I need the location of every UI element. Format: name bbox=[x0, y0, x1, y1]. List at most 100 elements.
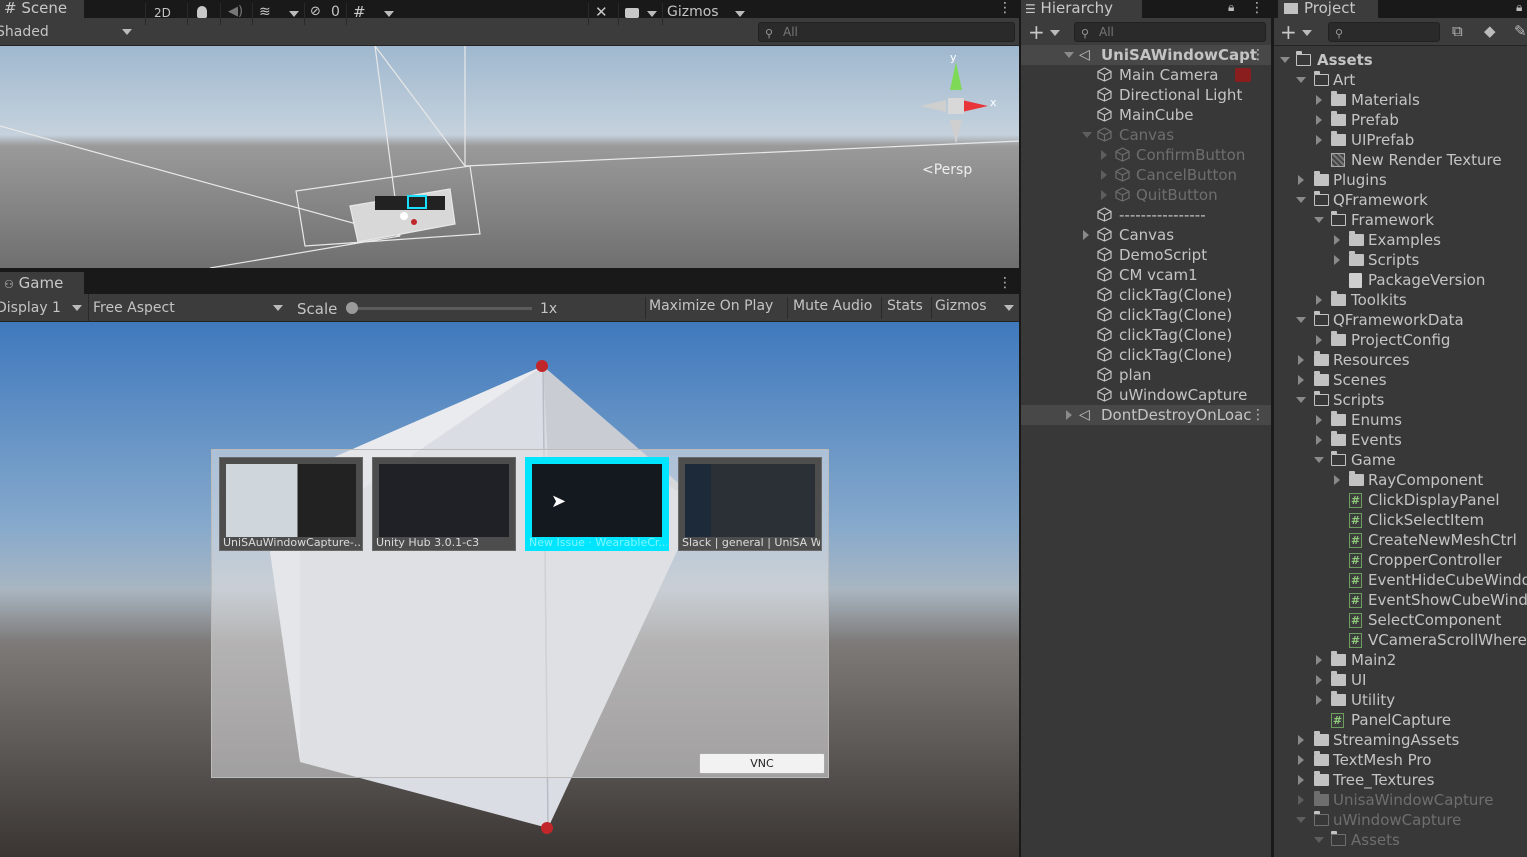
hierarchy-add-button[interactable]: + bbox=[1028, 20, 1064, 44]
window-thumbnail[interactable]: UniSAuWindowCapture-... bbox=[219, 457, 363, 551]
expand-arrow-icon[interactable] bbox=[1316, 655, 1322, 665]
aspect-dropdown[interactable]: Free Aspect bbox=[88, 294, 288, 322]
expand-arrow-icon[interactable] bbox=[1316, 295, 1322, 305]
hierarchy-item[interactable]: CM vcam1 bbox=[1021, 265, 1271, 285]
project-item[interactable]: Assets bbox=[1274, 830, 1527, 850]
window-thumbnail[interactable]: Slack | general | UniSA Wi... bbox=[678, 457, 822, 551]
project-item[interactable]: QFramework bbox=[1274, 190, 1527, 210]
project-item[interactable]: Enums bbox=[1274, 410, 1527, 430]
expand-arrow-icon[interactable] bbox=[1296, 817, 1306, 823]
project-item[interactable]: Examples bbox=[1274, 230, 1527, 250]
scene-viewport[interactable]: y x <Persp bbox=[0, 46, 1019, 268]
project-item[interactable]: StreamingAssets bbox=[1274, 730, 1527, 750]
project-item[interactable]: PackageVersion bbox=[1274, 270, 1527, 290]
grid-snap-dropdown[interactable]: # bbox=[346, 3, 398, 25]
hierarchy-item[interactable]: Directional Light bbox=[1021, 85, 1271, 105]
project-item[interactable]: Tree_Textures bbox=[1274, 770, 1527, 790]
project-item[interactable]: Main2 bbox=[1274, 650, 1527, 670]
hierarchy-item[interactable]: clickTag(Clone) bbox=[1021, 325, 1271, 345]
expand-arrow-icon[interactable] bbox=[1334, 235, 1340, 245]
expand-arrow-icon[interactable] bbox=[1316, 415, 1322, 425]
expand-arrow-icon[interactable] bbox=[1101, 170, 1107, 180]
project-item[interactable]: Game bbox=[1274, 450, 1527, 470]
project-item[interactable]: Events bbox=[1274, 430, 1527, 450]
expand-arrow-icon[interactable] bbox=[1298, 175, 1304, 185]
project-item[interactable]: Toolkits bbox=[1274, 290, 1527, 310]
expand-arrow-icon[interactable] bbox=[1298, 735, 1304, 745]
expand-arrow-icon[interactable] bbox=[1083, 230, 1089, 240]
scene-gizmos-dropdown[interactable]: Gizmos bbox=[662, 3, 750, 25]
window-thumbnail[interactable]: Unity Hub 3.0.1-c3 bbox=[372, 457, 516, 551]
expand-arrow-icon[interactable] bbox=[1296, 197, 1306, 203]
scene-row-kebab-icon[interactable]: ⋮ bbox=[1251, 48, 1265, 62]
project-item[interactable]: uWindowCapture bbox=[1274, 810, 1527, 830]
project-item[interactable]: TextMesh Pro bbox=[1274, 750, 1527, 770]
expand-arrow-icon[interactable] bbox=[1334, 475, 1340, 485]
project-item[interactable]: # CreateNewMeshCtrl bbox=[1274, 530, 1527, 550]
orientation-gizmo[interactable] bbox=[916, 54, 996, 154]
expand-arrow-icon[interactable] bbox=[1296, 317, 1306, 323]
project-item[interactable]: Assets bbox=[1274, 50, 1527, 70]
project-item[interactable]: Prefab bbox=[1274, 110, 1527, 130]
project-item[interactable]: # ClickSelectItem bbox=[1274, 510, 1527, 530]
project-item[interactable]: # VCameraScrollWhereC bbox=[1274, 630, 1527, 650]
mute-audio-toggle[interactable]: Mute Audio bbox=[787, 297, 879, 319]
tab-scene[interactable]: # Scene bbox=[0, 0, 84, 18]
lock-icon[interactable]: 🔒︎ bbox=[1228, 0, 1234, 15]
expand-arrow-icon[interactable] bbox=[1314, 217, 1324, 223]
expand-arrow-icon[interactable] bbox=[1280, 57, 1290, 63]
tab-game[interactable]: ⚇ Game bbox=[0, 272, 84, 294]
project-item[interactable]: Art bbox=[1274, 70, 1527, 90]
project-item[interactable]: New Render Texture bbox=[1274, 150, 1527, 170]
expand-arrow-icon[interactable] bbox=[1316, 435, 1322, 445]
hidden-objects-toggle[interactable]: ⊘ 0 bbox=[304, 3, 344, 25]
expand-arrow-icon[interactable] bbox=[1066, 410, 1072, 420]
filter-label-icon[interactable]: ◆ bbox=[1484, 22, 1496, 40]
expand-arrow-icon[interactable] bbox=[1101, 190, 1107, 200]
expand-arrow-icon[interactable] bbox=[1296, 77, 1306, 83]
expand-arrow-icon[interactable] bbox=[1298, 375, 1304, 385]
expand-arrow-icon[interactable] bbox=[1298, 755, 1304, 765]
expand-arrow-icon[interactable] bbox=[1316, 115, 1322, 125]
favorites-icon[interactable]: ✎ bbox=[1514, 22, 1527, 40]
hierarchy-kebab-icon[interactable]: ⋮ bbox=[1250, 1, 1264, 15]
camera-dropdown[interactable] bbox=[618, 3, 660, 25]
project-item[interactable]: Framework bbox=[1274, 210, 1527, 230]
expand-arrow-icon[interactable] bbox=[1298, 795, 1304, 805]
hierarchy-item[interactable]: ---------------- bbox=[1021, 205, 1271, 225]
project-item[interactable]: ProjectConfig bbox=[1274, 330, 1527, 350]
project-item[interactable]: # EventHideCubeWindow bbox=[1274, 570, 1527, 590]
project-item[interactable]: Plugins bbox=[1274, 170, 1527, 190]
scene-menu-kebab-icon[interactable]: ⋮ bbox=[998, 1, 1012, 15]
stats-toggle[interactable]: Stats bbox=[881, 297, 929, 319]
hierarchy-item[interactable]: clickTag(Clone) bbox=[1021, 305, 1271, 325]
project-item[interactable]: Materials bbox=[1274, 90, 1527, 110]
hierarchy-item[interactable]: clickTag(Clone) bbox=[1021, 345, 1271, 365]
hierarchy-item[interactable]: MainCube bbox=[1021, 105, 1271, 125]
project-item[interactable]: # SelectComponent bbox=[1274, 610, 1527, 630]
expand-arrow-icon[interactable] bbox=[1316, 95, 1322, 105]
hierarchy-item[interactable]: DemoScript bbox=[1021, 245, 1271, 265]
mode-2d-button[interactable]: 2D bbox=[145, 3, 179, 25]
persp-toggle[interactable]: <Persp bbox=[922, 162, 972, 178]
expand-arrow-icon[interactable] bbox=[1101, 150, 1107, 160]
shading-dropdown[interactable]: Shaded bbox=[0, 18, 138, 46]
project-item[interactable]: UI bbox=[1274, 670, 1527, 690]
hierarchy-item[interactable]: Canvas bbox=[1021, 125, 1271, 145]
expand-arrow-icon[interactable] bbox=[1316, 695, 1322, 705]
project-item[interactable]: UIPrefab bbox=[1274, 130, 1527, 150]
scale-slider[interactable] bbox=[346, 302, 532, 314]
project-item[interactable]: QFrameworkData bbox=[1274, 310, 1527, 330]
project-item[interactable]: # PanelCapture bbox=[1274, 710, 1527, 730]
hierarchy-item[interactable]: Canvas bbox=[1021, 225, 1271, 245]
expand-arrow-icon[interactable] bbox=[1314, 457, 1324, 463]
expand-arrow-icon[interactable] bbox=[1316, 335, 1322, 345]
project-add-button[interactable]: + bbox=[1280, 20, 1316, 44]
hierarchy-scene-row[interactable]: ◁ UniSAWindowCapt ⋮ bbox=[1021, 45, 1271, 65]
tab-project[interactable]: Project bbox=[1278, 0, 1378, 18]
scene-search-input[interactable]: ⚲ All bbox=[758, 22, 1015, 42]
vnc-button[interactable]: VNC bbox=[699, 753, 825, 774]
expand-arrow-icon[interactable] bbox=[1316, 135, 1322, 145]
tools-button[interactable]: ✕ bbox=[588, 3, 616, 25]
scale-slider-thumb[interactable] bbox=[346, 302, 358, 314]
